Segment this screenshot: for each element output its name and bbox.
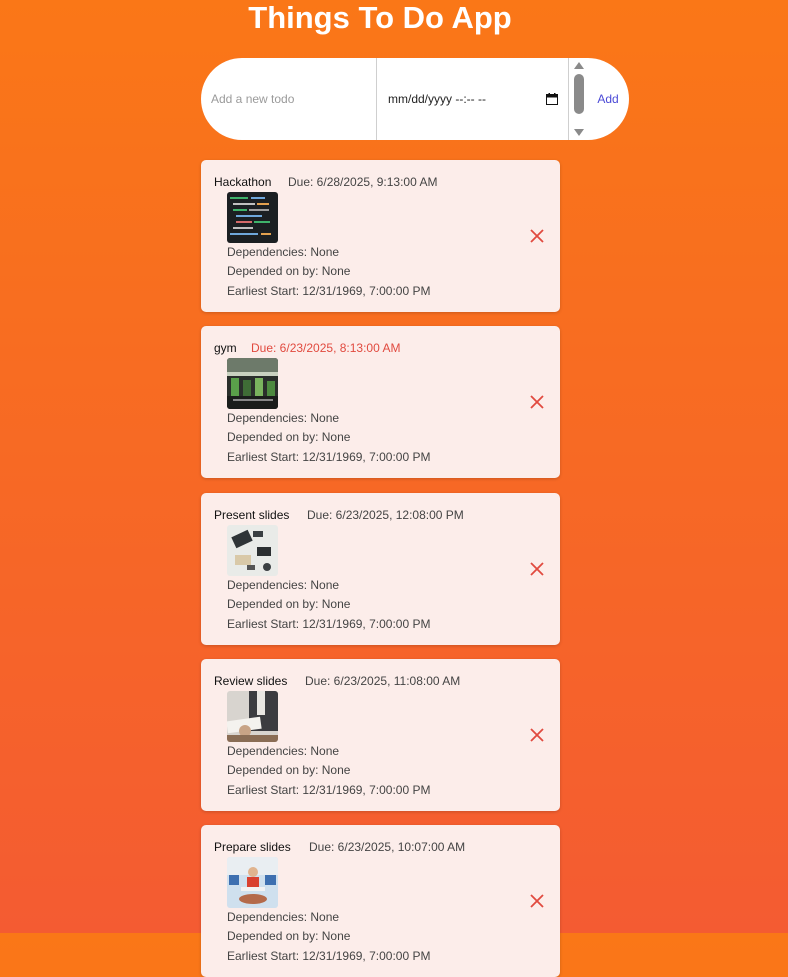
todo-title: Hackathon — [214, 175, 272, 189]
earliest-start-text: Earliest Start: 12/31/1969, 7:00:00 PM — [227, 949, 431, 963]
todo-title: Prepare slides — [214, 840, 291, 854]
scroll-up-arrow-icon[interactable] — [574, 62, 584, 69]
scrollbar[interactable] — [570, 58, 590, 140]
dependencies-text: Dependencies: None — [227, 744, 340, 758]
todo-image — [227, 192, 278, 243]
due-date-value: mm/dd/yyyy --:-- -- — [388, 92, 486, 106]
depended-on-by-text: Depended on by: None — [227, 430, 351, 444]
delete-icon[interactable] — [529, 727, 545, 743]
todo-title: Present slides — [214, 508, 290, 522]
todo-card: Prepare slides Due: 6/23/2025, 10:07:00 … — [201, 825, 560, 977]
scroll-down-arrow-icon[interactable] — [574, 129, 584, 136]
earliest-start-text: Earliest Start: 12/31/1969, 7:00:00 PM — [227, 450, 431, 464]
depended-on-by-text: Depended on by: None — [227, 264, 351, 278]
depended-on-by-text: Depended on by: None — [227, 763, 351, 777]
todo-image — [227, 358, 278, 409]
calendar-icon[interactable] — [546, 93, 558, 105]
delete-icon[interactable] — [529, 394, 545, 410]
delete-icon[interactable] — [529, 228, 545, 244]
todo-card: Present slides Due: 6/23/2025, 12:08:00 … — [201, 493, 560, 645]
todo-title: gym — [214, 341, 237, 355]
dependencies-text: Dependencies: None — [227, 910, 340, 924]
todo-due-date: Due: 6/23/2025, 8:13:00 AM — [251, 341, 401, 355]
earliest-start-text: Earliest Start: 12/31/1969, 7:00:00 PM — [227, 783, 431, 797]
depended-on-by-text: Depended on by: None — [227, 597, 351, 611]
todo-image — [227, 691, 278, 742]
earliest-start-text: Earliest Start: 12/31/1969, 7:00:00 PM — [227, 617, 431, 631]
delete-icon[interactable] — [529, 561, 545, 577]
dependencies-text: Dependencies: None — [227, 411, 340, 425]
input-divider — [568, 58, 569, 140]
page-title: Things To Do App — [248, 0, 512, 35]
todo-card: gym Due: 6/23/2025, 8:13:00 AM Dependenc… — [201, 326, 560, 478]
todo-due-date: Due: 6/28/2025, 9:13:00 AM — [288, 175, 438, 189]
todo-image — [227, 525, 278, 576]
depended-on-by-text: Depended on by: None — [227, 929, 351, 943]
dependencies-text: Dependencies: None — [227, 245, 340, 259]
dependencies-text: Dependencies: None — [227, 578, 340, 592]
add-todo-form: mm/dd/yyyy --:-- -- Add — [201, 58, 629, 140]
scroll-thumb[interactable] — [574, 74, 584, 114]
todo-due-date: Due: 6/23/2025, 12:08:00 PM — [307, 508, 464, 522]
todo-card: Review slides Due: 6/23/2025, 11:08:00 A… — [201, 659, 560, 811]
due-date-input[interactable]: mm/dd/yyyy --:-- -- — [377, 58, 568, 140]
todo-title: Review slides — [214, 674, 288, 688]
earliest-start-text: Earliest Start: 12/31/1969, 7:00:00 PM — [227, 284, 431, 298]
todo-card: Hackathon Due: 6/28/2025, 9:13:00 AM Dep… — [201, 160, 560, 312]
todo-due-date: Due: 6/23/2025, 10:07:00 AM — [309, 840, 466, 854]
delete-icon[interactable] — [529, 893, 545, 909]
todo-image — [227, 857, 278, 908]
todo-due-date: Due: 6/23/2025, 11:08:00 AM — [305, 674, 461, 688]
new-todo-input[interactable] — [201, 58, 376, 140]
add-button[interactable]: Add — [591, 58, 625, 140]
